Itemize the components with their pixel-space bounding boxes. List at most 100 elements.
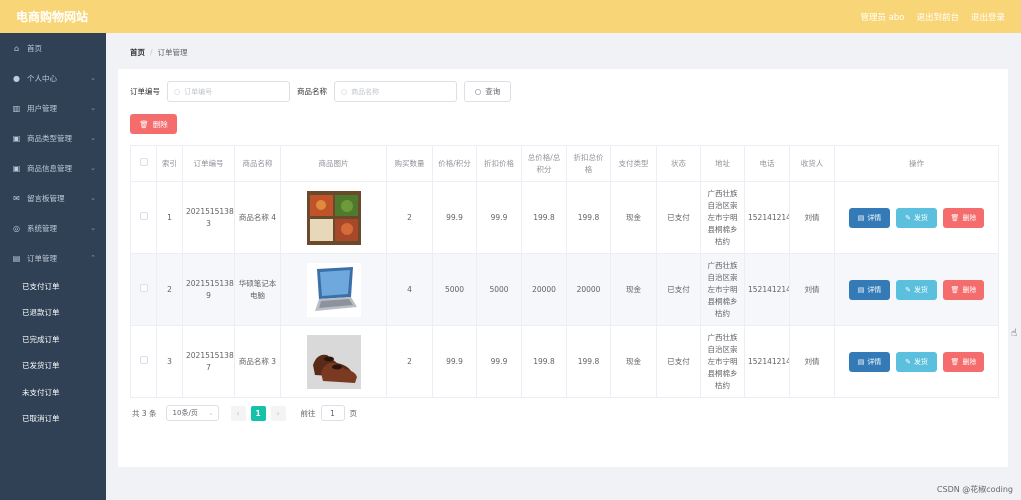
sidebar-sub-paid[interactable]: 已支付订单 (0, 273, 106, 300)
cell-actions: ▤ 详情 ✎ 发货 🗑 删除 (834, 253, 999, 326)
sidebar-item-product-types[interactable]: ▣ 商品类型管理 ⌄ (0, 123, 106, 153)
admin-user-link[interactable]: 管理员 abo (860, 11, 904, 23)
sidebar-sub-completed[interactable]: 已完成订单 (0, 326, 106, 353)
query-button[interactable]: ○ 查询 (464, 81, 511, 102)
row-checkbox-cell[interactable] (130, 253, 157, 326)
cell-total: 199.8 (521, 325, 567, 398)
table-header-row: 索引 订单编号 商品名称 商品图片 购买数量 价格/积分 折扣价格 总价格/总积… (130, 145, 999, 182)
ship-button[interactable]: ✎ 发货 (896, 351, 937, 372)
detail-label: 详情 (867, 357, 882, 366)
cell-product-name: 商品名称 4 (234, 181, 281, 254)
sidebar-sub-cancelled[interactable]: 已取消订单 (0, 406, 106, 433)
sidebar-item-profile[interactable]: ● 个人中心 ⌄ (0, 63, 106, 93)
sidebar-item-orders[interactable]: ▤ 订单管理 ⌃ (0, 243, 106, 273)
next-page-button[interactable]: › (270, 405, 286, 421)
cell-phone: 15214121411 (744, 181, 790, 254)
chevron-down-icon: ⌄ (90, 134, 96, 142)
bulk-delete-button[interactable]: 🗑 删除 (130, 114, 177, 134)
column-header: 电话 (744, 145, 790, 182)
checkbox[interactable] (139, 283, 148, 292)
cell-price: 99.9 (432, 181, 477, 254)
leather-shoes-image (306, 334, 361, 389)
sidebar-item-messages[interactable]: ✉ 留言板管理 ⌄ (0, 183, 106, 213)
ship-button[interactable]: ✎ 发货 (896, 207, 937, 228)
document-icon: ▤ (857, 357, 865, 366)
search-form: 订单编号 ○ 订单编号 商品名称 ○ 商品名称 ○ 查询 (130, 81, 511, 102)
cell-address: 广西壮族自治区崇左市宁明县桐棉乡枯约 (700, 253, 745, 326)
sidebar-item-system[interactable]: ◎ 系统管理 ⌄ (0, 213, 106, 243)
chevron-right-icon: › (276, 408, 280, 418)
cell-index: 3 (156, 325, 183, 398)
detail-label: 详情 (867, 213, 882, 222)
cell-price: 99.9 (432, 325, 477, 398)
edit-icon: ✎ (905, 285, 911, 294)
page-size-select[interactable]: 10条/页 ⌄ (165, 405, 219, 421)
sidebar-sub-shipped[interactable]: 已发货订单 (0, 353, 106, 380)
delete-button[interactable]: 🗑 删除 (943, 351, 984, 372)
top-nav: 管理员 abo 退出到前台 退出登录 (860, 11, 1005, 23)
cell-pay-type: 现金 (610, 253, 657, 326)
checkbox[interactable] (139, 355, 148, 364)
cell-status: 已支付 (656, 325, 701, 398)
back-to-frontend-link[interactable]: 退出到前台 (916, 11, 959, 23)
sidebar-item-home[interactable]: ⌂ 首页 (0, 33, 106, 63)
column-header: 地址 (700, 145, 745, 182)
delete-button[interactable]: 🗑 删除 (943, 279, 984, 300)
logout-link[interactable]: 退出登录 (971, 11, 1005, 23)
select-all-checkbox[interactable] (130, 145, 157, 182)
goto-page-input[interactable]: 1 (320, 405, 345, 421)
cell-discount: 99.9 (476, 181, 522, 254)
order-no-placeholder: 订单编号 (184, 87, 213, 96)
row-checkbox-cell[interactable] (130, 325, 157, 398)
detail-button[interactable]: ▤ 详情 (849, 279, 890, 300)
breadcrumb: 首页 / 订单管理 (130, 47, 188, 58)
cell-qty: 4 (386, 253, 433, 326)
product-name-input[interactable]: ○ 商品名称 (334, 81, 457, 102)
column-header: 商品图片 (280, 145, 387, 182)
sidebar-item-label: 用户管理 (27, 103, 57, 113)
document-icon: ▤ (857, 213, 865, 222)
cell-phone: 15214121411 (744, 325, 790, 398)
cell-total: 20000 (521, 253, 567, 326)
prev-page-button[interactable]: ‹ (230, 405, 246, 421)
detail-button[interactable]: ▤ 详情 (849, 351, 890, 372)
column-header: 价格/积分 (432, 145, 477, 182)
delete-button[interactable]: 🗑 删除 (943, 207, 984, 228)
cell-receiver: 刘倩 (789, 325, 835, 398)
cell-pay-type: 现金 (610, 325, 657, 398)
cell-qty: 2 (386, 181, 433, 254)
column-header: 索引 (156, 145, 183, 182)
detail-button[interactable]: ▤ 详情 (849, 207, 890, 228)
chevron-down-icon: ⌄ (90, 104, 96, 112)
ship-button[interactable]: ✎ 发货 (896, 279, 937, 300)
breadcrumb-home[interactable]: 首页 (130, 48, 145, 57)
sidebar-item-label: 商品类型管理 (27, 133, 72, 143)
page-number-current[interactable]: 1 (250, 405, 266, 421)
table-row: 2 202151513874547045 9 华硕笔记本电脑 4 5000 (130, 253, 999, 326)
checkbox[interactable] (139, 211, 148, 220)
sidebar-sub-refunded[interactable]: 已退款订单 (0, 300, 106, 327)
laptop-image (306, 262, 361, 317)
mouse-pointer-icon: ☝ (1011, 328, 1018, 339)
cell-status: 已支付 (656, 181, 701, 254)
sidebar-item-label: 商品信息管理 (27, 163, 72, 173)
cell-qty: 2 (386, 325, 433, 398)
search-icon: ○ (474, 87, 482, 96)
column-header: 支付类型 (610, 145, 657, 182)
sidebar-item-product-info[interactable]: ▣ 商品信息管理 ⌄ (0, 153, 106, 183)
row-checkbox-cell[interactable] (130, 181, 157, 254)
chevron-down-icon: ⌄ (90, 164, 96, 172)
ship-label: 发货 (913, 357, 928, 366)
search-icon: ○ (341, 87, 348, 96)
sidebar-item-users[interactable]: ▥ 用户管理 ⌄ (0, 93, 106, 123)
trash-icon: 🗑 (950, 213, 960, 222)
goto-label: 前往 (300, 408, 316, 418)
checkbox[interactable] (139, 157, 148, 166)
trash-icon: 🗑 (139, 119, 149, 129)
sidebar-item-label: 首页 (27, 43, 42, 53)
order-no-input[interactable]: ○ 订单编号 (167, 81, 290, 102)
cell-discount: 5000 (476, 253, 522, 326)
box-icon: ▣ (12, 133, 21, 143)
cell-product-image (280, 181, 387, 254)
sidebar-sub-unpaid[interactable]: 未支付订单 (0, 379, 106, 406)
